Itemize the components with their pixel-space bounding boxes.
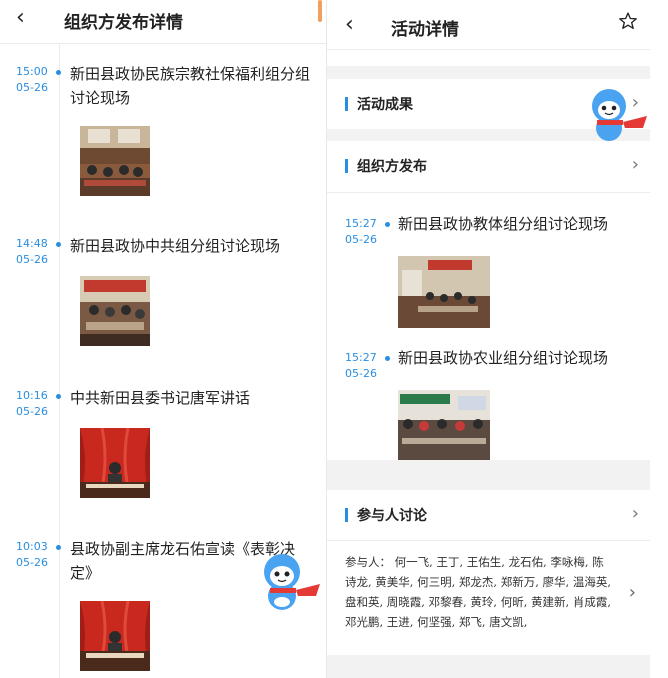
entry-title[interactable]: 中共新田县委书记唐军讲话 bbox=[70, 386, 310, 410]
section-discussion[interactable]: 参与人讨论 › bbox=[327, 490, 650, 540]
right-header: ‹ 活动详情 bbox=[327, 0, 650, 50]
date-value: 05-26 bbox=[16, 556, 48, 569]
participants-label: 参与人： bbox=[345, 555, 391, 569]
participants-list[interactable]: 参与人： 何一飞, 王丁, 王佑生, 龙石佑, 李咏梅, 陈诗龙, 黄美华, 何… bbox=[345, 552, 615, 632]
date-value: 05-26 bbox=[16, 81, 48, 94]
time-value: 15:27 bbox=[345, 351, 377, 364]
entry-title[interactable]: 新田县政协教体组分组讨论现场 bbox=[398, 212, 638, 236]
section-gap bbox=[327, 66, 650, 79]
entry-thumbnail[interactable] bbox=[398, 390, 490, 460]
time-value: 10:16 bbox=[16, 389, 48, 402]
section-marker bbox=[345, 159, 348, 173]
entry-time: 15:00 05-26 bbox=[16, 64, 56, 96]
timeline-dot bbox=[56, 394, 61, 399]
scroll-indicator bbox=[318, 0, 322, 22]
divider bbox=[327, 540, 650, 541]
entry-time: 15:27 05-26 bbox=[345, 350, 385, 382]
timeline-dot bbox=[385, 356, 390, 361]
mascot-icon[interactable] bbox=[258, 550, 324, 618]
right-panel: ‹ 活动详情 活动成果 › 组织方发布 › 15:27 05-26 新田县政协教… bbox=[326, 0, 650, 678]
section-gap bbox=[327, 655, 650, 678]
timeline-line bbox=[59, 44, 60, 678]
chevron-right-icon: › bbox=[631, 154, 639, 175]
divider bbox=[327, 192, 650, 193]
section-title: 参与人讨论 bbox=[357, 508, 427, 524]
chevron-right-icon: › bbox=[631, 503, 639, 524]
entry-thumbnail[interactable] bbox=[80, 276, 150, 346]
star-icon[interactable] bbox=[618, 11, 638, 35]
date-value: 05-26 bbox=[16, 253, 48, 266]
entry-thumbnail[interactable] bbox=[398, 256, 490, 328]
entry-thumbnail[interactable] bbox=[80, 126, 150, 196]
left-panel: ‹ 组织方发布详情 15:00 05-26 新田县政协民族宗教社保福利组分组讨论… bbox=[0, 0, 326, 678]
page-title: 活动详情 bbox=[391, 20, 459, 40]
entry-title[interactable]: 新田县政协民族宗教社保福利组分组讨论现场 bbox=[70, 62, 310, 110]
date-value: 05-26 bbox=[345, 233, 377, 246]
entry-title[interactable]: 新田县政协农业组分组讨论现场 bbox=[398, 346, 638, 370]
section-marker bbox=[345, 508, 348, 522]
section-title: 活动成果 bbox=[357, 97, 413, 113]
timeline-dot bbox=[385, 222, 390, 227]
entry-time: 10:03 05-26 bbox=[16, 539, 56, 571]
mascot-icon[interactable] bbox=[585, 86, 650, 150]
date-value: 05-26 bbox=[345, 367, 377, 380]
date-value: 05-26 bbox=[16, 405, 48, 418]
entry-thumbnail[interactable] bbox=[80, 601, 150, 671]
chevron-right-icon[interactable]: › bbox=[629, 582, 636, 603]
entry-thumbnail[interactable] bbox=[80, 428, 150, 498]
section-title: 组织方发布 bbox=[357, 159, 427, 175]
timeline-dot bbox=[56, 545, 61, 550]
entry-time: 10:16 05-26 bbox=[16, 388, 56, 420]
entry-time: 14:48 05-26 bbox=[16, 236, 56, 268]
section-marker bbox=[345, 97, 348, 111]
time-value: 15:27 bbox=[345, 217, 377, 230]
time-value: 14:48 bbox=[16, 237, 48, 250]
screen-edge bbox=[650, 0, 668, 678]
back-button[interactable]: ‹ bbox=[345, 12, 354, 37]
back-button[interactable]: ‹ bbox=[16, 6, 25, 30]
time-value: 15:00 bbox=[16, 65, 48, 78]
page-title: 组织方发布详情 bbox=[64, 13, 183, 33]
section-gap bbox=[327, 460, 650, 490]
entry-time: 15:27 05-26 bbox=[345, 216, 385, 248]
left-header: ‹ 组织方发布详情 bbox=[0, 0, 326, 44]
time-value: 10:03 bbox=[16, 540, 48, 553]
timeline-dot bbox=[56, 70, 61, 75]
entry-title[interactable]: 新田县政协中共组分组讨论现场 bbox=[70, 234, 310, 258]
timeline-dot bbox=[56, 242, 61, 247]
